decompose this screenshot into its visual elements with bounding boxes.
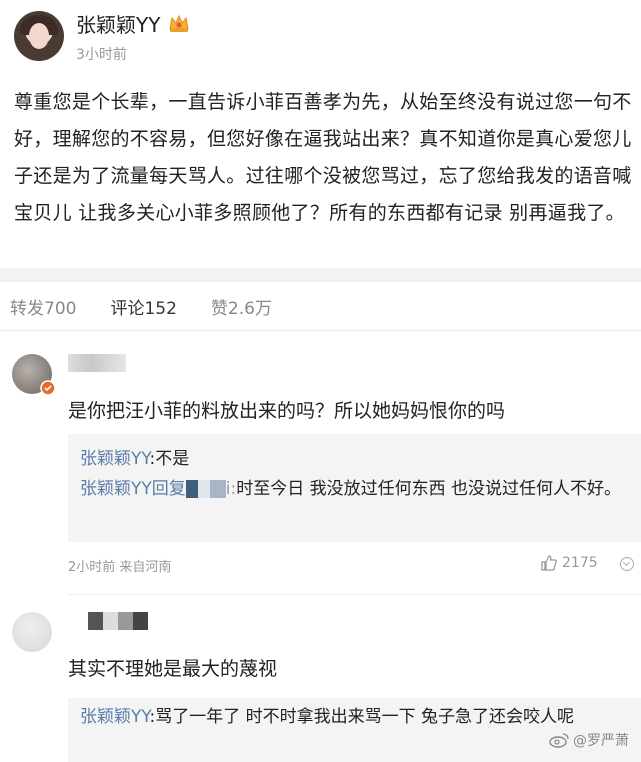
user-avatar[interactable]: [14, 11, 64, 61]
verified-badge-icon: [40, 380, 56, 396]
reply-item: 张颖颖YY回复 i:时至今日 我没放过任何东西 也没说过任何人不好。: [80, 474, 629, 504]
reply-thread: 张颖颖YY:不是 张颖颖YY回复 i:时至今日 我没放过任何东西 也没说过任何人不…: [68, 434, 641, 542]
tab-like[interactable]: 赞2.6万: [211, 294, 272, 319]
tab-repost[interactable]: 转发700: [10, 294, 76, 319]
reply-author[interactable]: 张颖颖YY: [80, 479, 152, 499]
commenter-avatar[interactable]: [12, 612, 52, 652]
chevron-down-icon[interactable]: [620, 557, 634, 571]
post-content: 尊重您是个长辈，一直告诉小菲百善孝为先，从始至终没有说过您一句不好，理解您的不容…: [14, 91, 632, 224]
like-count: 2175: [562, 555, 598, 571]
user-meta: 张颖颖YY 3小时前: [76, 9, 190, 64]
reply-author[interactable]: 张颖颖YY: [80, 707, 150, 727]
comment-text: 是你把汪小菲的料放出来的吗？所以她妈妈恨你的吗: [68, 400, 506, 422]
like-button[interactable]: 2175: [540, 554, 598, 572]
interaction-tabs: 转发700 评论152 赞2.6万: [0, 282, 641, 330]
reply-text: :骂了一年了 时不时拿我出来骂一下 兔子急了还会咬人呢: [149, 707, 575, 727]
weibo-logo-icon: [549, 733, 569, 748]
crown-icon: [169, 14, 190, 32]
reply-text: 时至今日 我没放过任何东西 也没说过任何人不好。: [236, 479, 622, 499]
comment-divider: [68, 594, 641, 595]
reply-author[interactable]: 张颖颖YY: [80, 449, 150, 469]
reply-item: 张颖颖YY:不是: [80, 444, 629, 474]
comment-meta: 2小时前 来自河南: [68, 560, 172, 575]
section-separator: [0, 268, 641, 282]
thumbs-up-icon: [541, 555, 557, 571]
reply-item: 张颖颖YY:骂了一年了 时不时拿我出来骂一下 兔子急了还会咬人呢: [80, 702, 629, 732]
post-header: 张颖颖YY 3小时前: [14, 8, 190, 64]
tab-comment[interactable]: 评论152: [110, 294, 176, 319]
commenter-name-redacted: [88, 612, 148, 630]
post-time: 3小时前: [76, 46, 127, 63]
commenter-name-redacted: [68, 354, 126, 372]
redacted-name: [185, 480, 226, 498]
reply-prefix: 回复: [151, 479, 186, 499]
tabs-divider: [0, 330, 641, 331]
reply-text: :不是: [149, 449, 190, 469]
username[interactable]: 张颖颖YY: [76, 9, 160, 38]
watermark-text: @罗严萧: [573, 733, 629, 749]
watermark: @罗严萧: [549, 730, 629, 750]
comment-text: 其实不理她是最大的蔑视: [68, 658, 278, 680]
reply-name-suffix: i:: [225, 479, 237, 499]
